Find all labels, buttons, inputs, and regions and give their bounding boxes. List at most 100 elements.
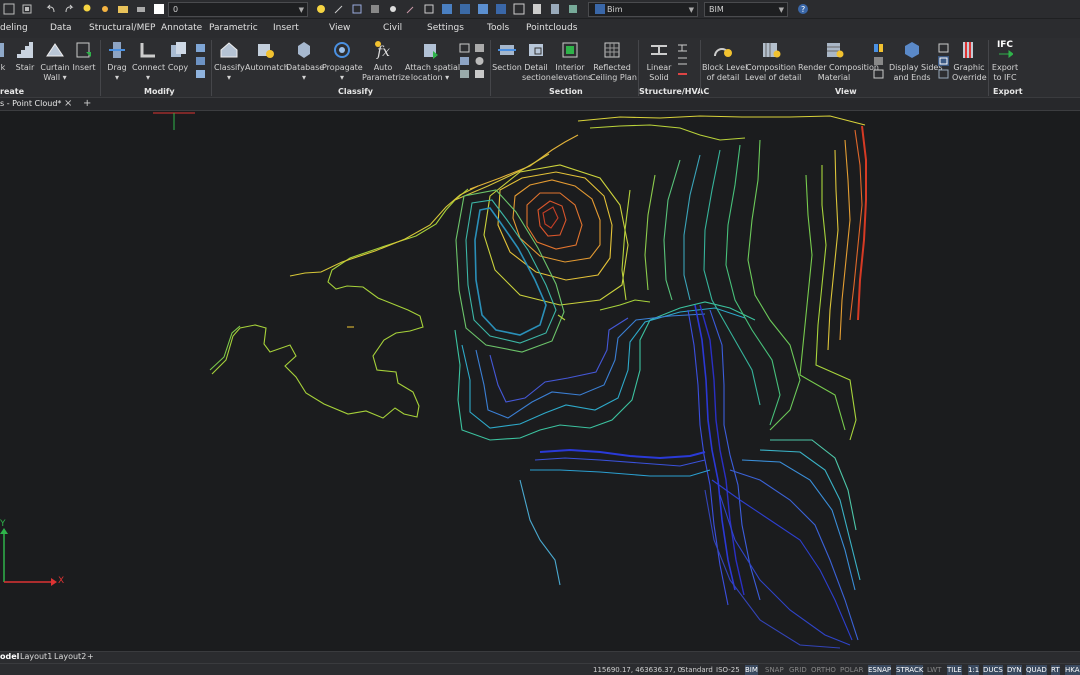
tab-view[interactable]: View <box>329 23 350 33</box>
hatch-icon[interactable] <box>873 56 884 66</box>
tab-insert[interactable]: Insert <box>273 23 299 33</box>
insert-button[interactable]: Insert <box>72 40 96 73</box>
display-sides-and-ends-button[interactable]: Display Sides and Ends <box>889 40 943 83</box>
database-button[interactable]: Database ▾ <box>286 40 324 83</box>
toggle-dyn[interactable]: DYN <box>1007 665 1022 675</box>
gear-icon[interactable] <box>474 56 485 66</box>
toggle-esnap[interactable]: ESNAP <box>868 665 892 675</box>
wand-icon[interactable] <box>404 3 418 15</box>
connect-button[interactable]: Connect ▾ <box>132 40 165 83</box>
properties-icon[interactable] <box>548 3 562 15</box>
lamp-icon[interactable] <box>386 3 400 15</box>
layers-icon[interactable] <box>20 3 34 15</box>
toggle-tile[interactable]: TILE <box>947 665 962 675</box>
copy-button[interactable]: Copy <box>166 40 190 73</box>
toggle-rt[interactable]: RT <box>1051 665 1060 675</box>
propagate-button[interactable]: Propagate ▾ <box>322 40 363 83</box>
tab-data[interactable]: Data <box>50 23 72 33</box>
toggle-ducs[interactable]: DUCS <box>983 665 1003 675</box>
toggle-snap[interactable]: SNAP <box>765 665 784 675</box>
tab-modeling[interactable]: deling <box>0 23 28 33</box>
view-iso-icon[interactable] <box>476 3 490 15</box>
duct-icon[interactable] <box>677 69 688 79</box>
array-icon[interactable] <box>195 69 206 79</box>
graphic-override-button[interactable]: Graphic Override <box>952 40 987 83</box>
toggle-polar[interactable]: POLAR <box>840 665 863 675</box>
cube-outline-icon[interactable] <box>938 69 949 79</box>
classify-button[interactable]: Classify ▾ <box>214 40 245 83</box>
cube-icon[interactable] <box>422 3 436 15</box>
reflected-ceiling-plan-button[interactable]: Reflected Ceiling Plan <box>590 40 637 83</box>
rotate-icon[interactable] <box>195 56 206 66</box>
toggle-strack[interactable]: STRACK <box>896 665 924 675</box>
palette-icon[interactable] <box>873 43 884 53</box>
attach-icon[interactable] <box>566 3 580 15</box>
redo-icon[interactable] <box>62 3 76 15</box>
document-tab-point-cloud[interactable]: s - Point Cloud* <box>0 99 61 108</box>
color-swatch-icon[interactable] <box>152 3 166 15</box>
filter-small-icon[interactable] <box>474 69 485 79</box>
add-document-icon[interactable]: + <box>83 98 91 109</box>
layer-lock-icon[interactable] <box>368 3 382 15</box>
column-icon[interactable] <box>677 56 688 66</box>
toggle-lwt[interactable]: LWT <box>927 665 941 675</box>
stair-button[interactable]: Stair <box>14 40 36 73</box>
folder-icon[interactable] <box>116 3 130 15</box>
view-cube-icon[interactable] <box>440 3 454 15</box>
add-layout-icon[interactable]: + <box>87 652 94 661</box>
tab-annotate[interactable]: Annotate <box>161 23 202 33</box>
tab-structural-mep[interactable]: Structural/MEP <box>89 23 155 33</box>
layer-dropdown[interactable]: 0 ▼ <box>168 1 308 17</box>
sun-icon[interactable] <box>98 3 112 15</box>
grid-small-icon[interactable] <box>459 43 470 53</box>
tab-layout1[interactable]: Layout1 <box>20 652 52 661</box>
toggle-hka[interactable]: HKA <box>1065 665 1080 675</box>
lightbulb-icon[interactable] <box>80 3 94 15</box>
tab-settings[interactable]: Settings <box>427 23 464 33</box>
close-icon[interactable]: × <box>64 98 72 109</box>
export-to-ifc-button[interactable]: IFC Export to IFC <box>990 40 1020 83</box>
toggle-bim[interactable]: BIM <box>745 665 758 675</box>
image-small-icon[interactable] <box>459 56 470 66</box>
automatch-button[interactable]: Automatch <box>245 40 289 73</box>
block-level-of-detail-button[interactable]: Block Level of detail <box>702 40 747 83</box>
tab-civil[interactable]: Civil <box>383 23 402 33</box>
transparency-icon[interactable] <box>873 69 884 79</box>
window-button[interactable]: k <box>0 40 10 73</box>
tab-model[interactable]: odel <box>0 652 19 661</box>
annotation-scale[interactable]: 1:1 <box>968 665 980 675</box>
profile-dropdown[interactable]: BIM ▼ <box>704 1 788 17</box>
view-top-icon[interactable] <box>458 3 472 15</box>
help-icon[interactable]: ? <box>796 3 810 15</box>
tab-tools[interactable]: Tools <box>487 23 509 33</box>
workspace-dropdown[interactable]: Bim ▼ <box>588 1 698 17</box>
layer-freeze-icon[interactable] <box>350 3 364 15</box>
text-style-field[interactable]: Standard <box>681 665 713 675</box>
drag-button[interactable]: Drag ▾ <box>104 40 130 83</box>
section-button[interactable]: Section <box>492 40 522 73</box>
auto-parametrize-button[interactable]: fx Auto Parametrize <box>362 40 410 83</box>
cube-small-icon[interactable] <box>938 43 949 53</box>
toggle-grid[interactable]: GRID <box>789 665 807 675</box>
tab-parametric[interactable]: Parametric <box>209 23 258 33</box>
dim-style-field[interactable]: ISO-25 <box>716 665 740 675</box>
table-icon[interactable] <box>494 3 508 15</box>
toggle-quad[interactable]: QUAD <box>1026 665 1047 675</box>
list-small-icon[interactable] <box>459 69 470 79</box>
toggle-ortho[interactable]: ORTHO <box>811 665 836 675</box>
composition-level-of-detail-button[interactable]: Composition Level of detail <box>745 40 801 83</box>
curtain-wall-button[interactable]: Curtain Wall ▾ <box>40 40 70 83</box>
sheet-icon[interactable] <box>530 3 544 15</box>
move-icon[interactable] <box>195 43 206 53</box>
interior-elevations-button[interactable]: Interior elevations <box>551 40 592 83</box>
layer-on-icon[interactable] <box>314 3 328 15</box>
print-icon[interactable] <box>134 3 148 15</box>
save-icon[interactable] <box>2 3 16 15</box>
grid-icon[interactable] <box>512 3 526 15</box>
cube-selected-icon[interactable] <box>938 56 949 66</box>
render-composition-material-button[interactable]: Render Composition Material <box>798 40 879 83</box>
detail-section-button[interactable]: Detail section <box>522 40 551 83</box>
attach-spatial-location-button[interactable]: Attach spatial location ▾ <box>405 40 460 83</box>
tab-layout2[interactable]: Layout2 <box>54 652 86 661</box>
undo-icon[interactable] <box>44 3 58 15</box>
